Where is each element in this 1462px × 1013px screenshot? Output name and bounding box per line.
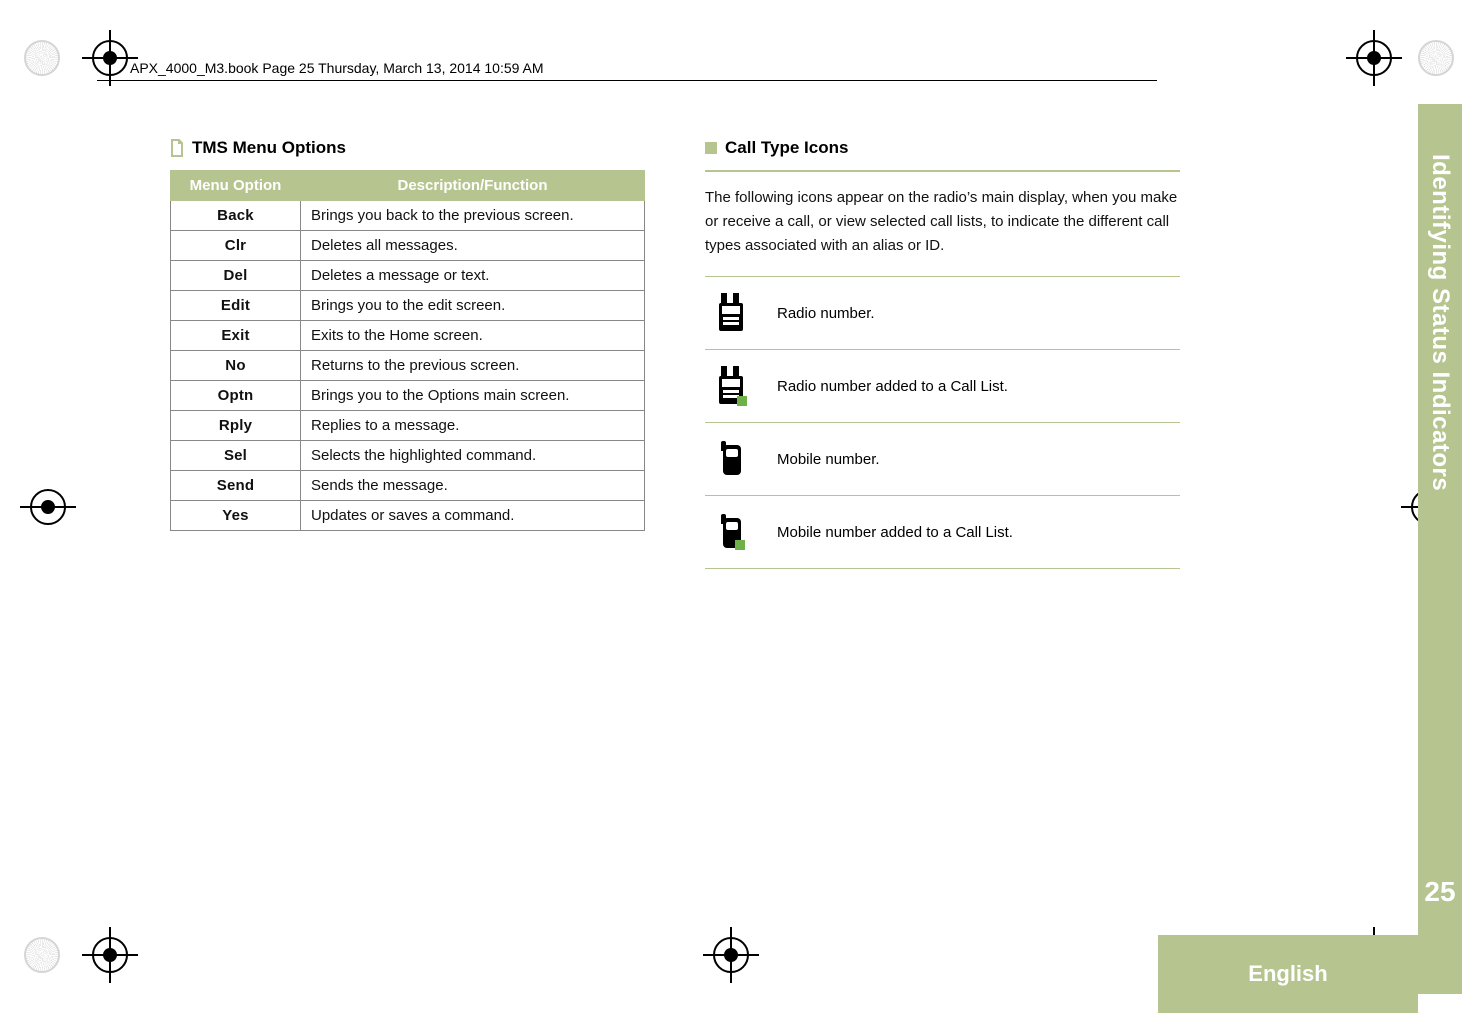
table-row: ExitExits to the Home screen. xyxy=(171,321,645,351)
radio-icon xyxy=(717,295,745,331)
desc: Sends the message. xyxy=(301,471,645,501)
desc: Brings you to the edit screen. xyxy=(301,291,645,321)
page-icon xyxy=(170,139,184,157)
col-description: Description/Function xyxy=(301,171,645,201)
desc: Updates or saves a command. xyxy=(301,501,645,531)
language-block: English xyxy=(1158,935,1418,1013)
side-tab-title: Identifying Status Indicators xyxy=(1426,154,1454,754)
table-row: ClrDeletes all messages. xyxy=(171,231,645,261)
language-label: English xyxy=(1248,961,1327,987)
crop-mark-icon xyxy=(30,489,66,525)
section-rule xyxy=(705,170,1180,172)
printer-registration-icon xyxy=(1418,40,1454,76)
opt-clr: Clr xyxy=(171,231,301,261)
table-row: OptnBrings you to the Options main scree… xyxy=(171,381,645,411)
crop-mark-icon xyxy=(92,40,128,76)
side-tab: Identifying Status Indicators 25 xyxy=(1418,104,1462,994)
tms-menu-table: Menu Option Description/Function BackBri… xyxy=(170,170,645,531)
table-row: SendSends the message. xyxy=(171,471,645,501)
desc: Deletes a message or text. xyxy=(301,261,645,291)
page-header-note: APX_4000_M3.book Page 25 Thursday, March… xyxy=(130,60,544,76)
printer-registration-icon xyxy=(24,937,60,973)
mobile-icon xyxy=(717,441,743,477)
list-item: Mobile number added to a Call List. xyxy=(705,496,1180,569)
table-row: SelSelects the highlighted command. xyxy=(171,441,645,471)
crop-mark-icon xyxy=(713,937,749,973)
icon-desc: Mobile number added to a Call List. xyxy=(765,496,1180,569)
mobile-in-list-icon xyxy=(717,514,743,550)
header-rule xyxy=(97,80,1157,81)
table-row: EditBrings you to the edit screen. xyxy=(171,291,645,321)
list-item: Radio number added to a Call List. xyxy=(705,350,1180,423)
desc: Returns to the previous screen. xyxy=(301,351,645,381)
tms-section-title: TMS Menu Options xyxy=(192,138,346,158)
opt-edit: Edit xyxy=(171,291,301,321)
opt-no: No xyxy=(171,351,301,381)
call-type-intro: The following icons appear on the radio’… xyxy=(705,186,1180,258)
opt-yes: Yes xyxy=(171,501,301,531)
radio-in-list-icon xyxy=(717,368,745,404)
opt-optn: Optn xyxy=(171,381,301,411)
opt-del: Del xyxy=(171,261,301,291)
list-item: Radio number. xyxy=(705,277,1180,350)
desc: Exits to the Home screen. xyxy=(301,321,645,351)
printer-registration-icon xyxy=(24,40,60,76)
table-row: BackBrings you back to the previous scre… xyxy=(171,201,645,231)
opt-exit: Exit xyxy=(171,321,301,351)
list-item: Mobile number. xyxy=(705,423,1180,496)
square-bullet-icon xyxy=(705,142,717,154)
icon-desc: Radio number added to a Call List. xyxy=(765,350,1180,423)
desc: Brings you back to the previous screen. xyxy=(301,201,645,231)
call-type-table: Radio number. Radio number added to a Ca… xyxy=(705,276,1180,569)
call-type-section-title: Call Type Icons xyxy=(725,138,848,158)
icon-desc: Mobile number. xyxy=(765,423,1180,496)
table-row: YesUpdates or saves a command. xyxy=(171,501,645,531)
opt-back: Back xyxy=(171,201,301,231)
crop-mark-icon xyxy=(1356,40,1392,76)
desc: Deletes all messages. xyxy=(301,231,645,261)
icon-desc: Radio number. xyxy=(765,277,1180,350)
crop-mark-icon xyxy=(92,937,128,973)
desc: Replies to a message. xyxy=(301,411,645,441)
table-row: DelDeletes a message or text. xyxy=(171,261,645,291)
table-row: RplyReplies to a message. xyxy=(171,411,645,441)
opt-rply: Rply xyxy=(171,411,301,441)
desc: Selects the highlighted command. xyxy=(301,441,645,471)
desc: Brings you to the Options main screen. xyxy=(301,381,645,411)
opt-sel: Sel xyxy=(171,441,301,471)
page-number: 25 xyxy=(1418,876,1462,908)
opt-send: Send xyxy=(171,471,301,501)
col-menu-option: Menu Option xyxy=(171,171,301,201)
table-row: NoReturns to the previous screen. xyxy=(171,351,645,381)
